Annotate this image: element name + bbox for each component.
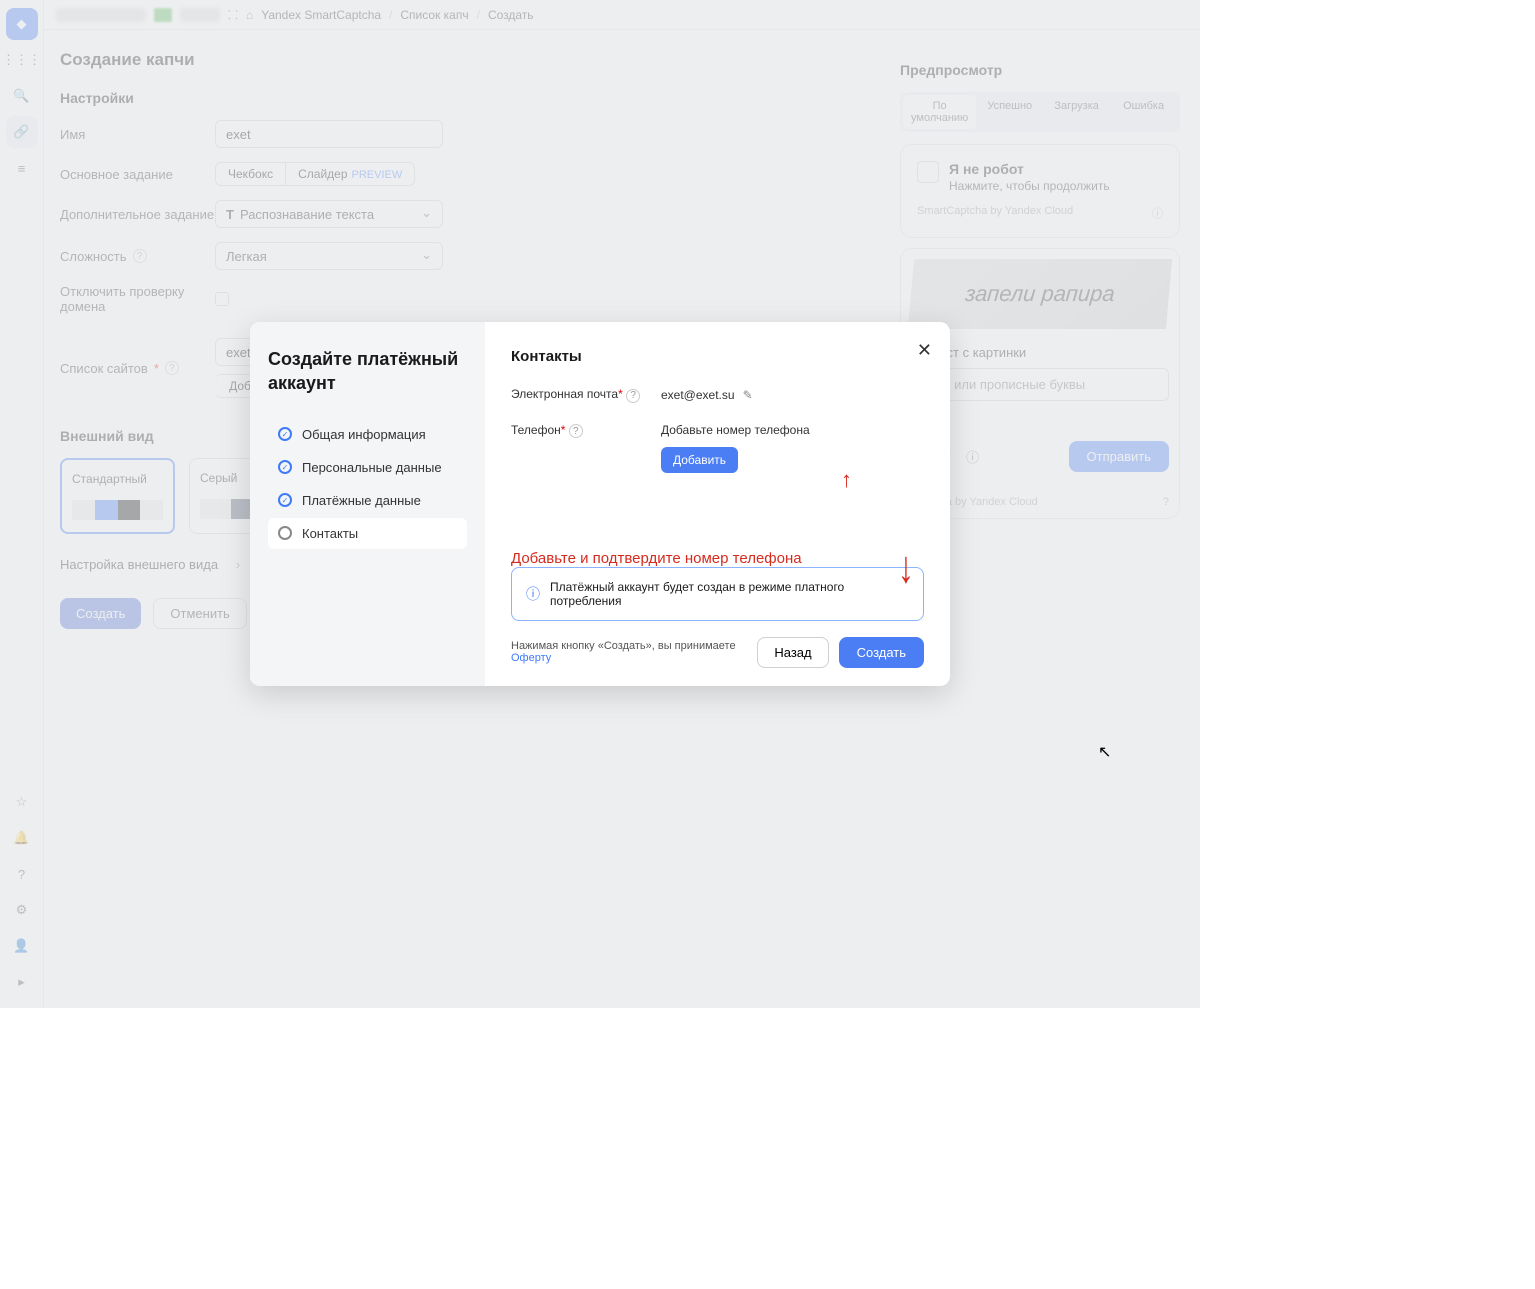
annotation-arrow-down: ↓ [898,541,914,593]
help-icon[interactable]: ? [569,424,583,438]
modal-overlay: Создайте платёжный аккаунт Общая информа… [0,0,1200,1008]
phone-hint: Добавьте номер телефона [661,423,852,437]
modal-title: Создайте платёжный аккаунт [268,348,467,395]
offer-link[interactable]: Оферту [511,652,551,664]
back-button[interactable]: Назад [757,637,828,668]
check-icon [278,493,292,507]
phone-label: Телефон* ? [511,423,661,439]
agree-text: Нажимая кнопку «Создать», вы принимаете … [511,640,757,664]
annotation-text: Добавьте и подтвердите номер телефона [511,550,924,567]
step-payment[interactable]: Платёжные данные [268,485,467,516]
step-general[interactable]: Общая информация [268,419,467,450]
circle-icon [278,526,292,540]
cursor-icon: ↖ [1098,742,1111,762]
email-value: exet@exet.su [661,388,735,402]
info-icon: ⓘ [526,584,540,604]
annotation-arrow-up: ↑ [841,473,852,486]
help-icon[interactable]: ? [626,389,640,403]
billing-account-modal: Создайте платёжный аккаунт Общая информа… [250,322,950,686]
check-icon [278,427,292,441]
step-personal[interactable]: Персональные данные [268,452,467,483]
close-icon[interactable]: ✕ [917,340,932,361]
modal-section-title: Контакты [511,348,924,365]
pencil-icon[interactable]: ✎ [743,388,753,402]
step-contacts[interactable]: Контакты [268,518,467,549]
email-label: Электронная почта* ? [511,387,661,403]
check-icon [278,460,292,474]
add-phone-button[interactable]: Добавить [661,447,738,473]
info-box: ⓘ Платёжный аккаунт будет создан в режим… [511,567,924,621]
modal-create-button[interactable]: Создать [839,637,924,668]
